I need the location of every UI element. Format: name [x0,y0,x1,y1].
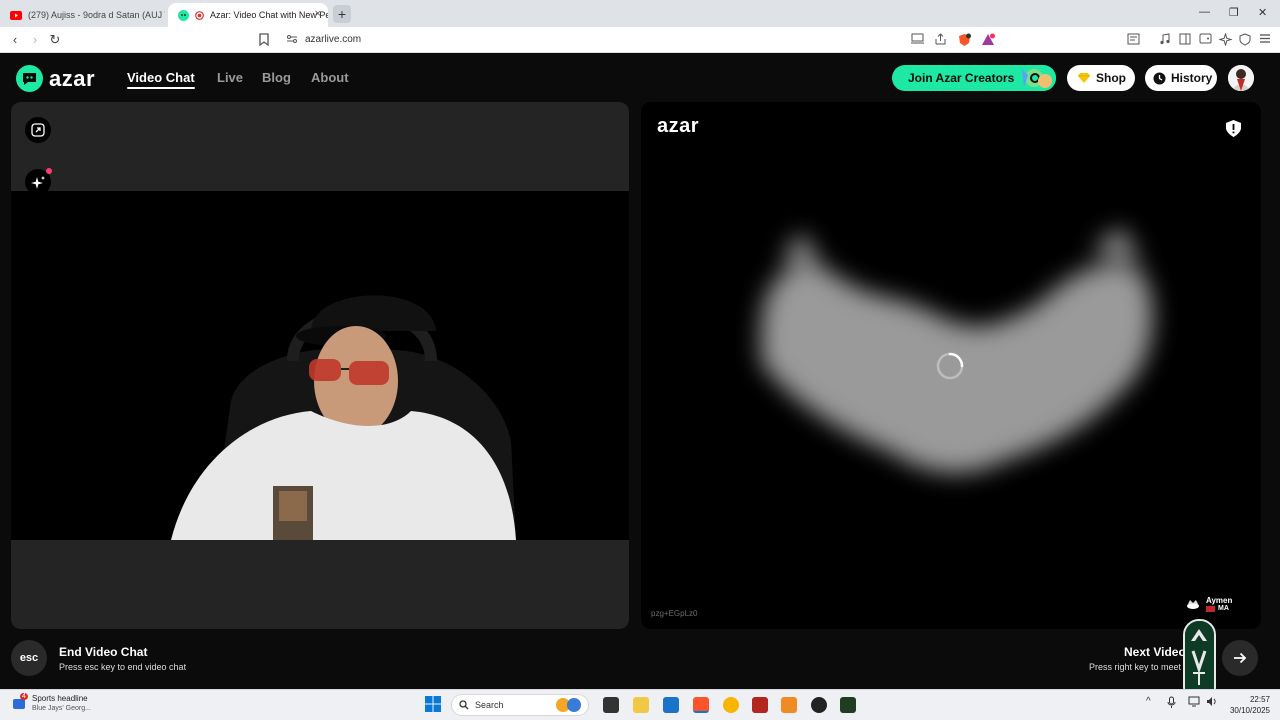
reader-mode-icon[interactable] [1127,33,1141,47]
azar-page: azar Video Chat Live Blog About Join Aza… [0,53,1280,703]
peer-country-code: MA [1218,605,1229,612]
shop-label: Shop [1096,71,1126,85]
my-camera-video [11,191,629,540]
volume-icon[interactable] [1206,696,1218,707]
clock-icon [1153,72,1166,85]
peer-name: Aymen [1206,596,1233,605]
url-field[interactable]: azarlive.com [305,34,361,45]
tab-title: Azar: Video Chat with New Pe [210,10,328,20]
next-video-hint: Press right key to meet [1089,662,1182,672]
tab-youtube[interactable]: (279) Aujiss - 9odra d Satan (AUJ TH [0,3,165,27]
bookmark-icon[interactable] [259,33,273,47]
join-creators-label: Join Azar Creators [908,71,1015,85]
expand-button[interactable] [25,117,51,143]
profile-avatar[interactable] [1228,65,1254,91]
close-tab-icon[interactable]: × [315,8,321,20]
news-icon: 4 [12,693,28,710]
end-chat-button[interactable]: esc [11,640,47,676]
voicemod-icon[interactable] [752,697,768,713]
nav-live[interactable]: Live [217,70,243,85]
morocco-flag-icon [1206,605,1215,612]
new-tab-button[interactable]: + [333,5,351,23]
azar-favicon [178,9,189,21]
creative-app-icon[interactable] [781,697,797,713]
windows-start-icon[interactable] [425,696,441,712]
store-icon[interactable] [663,697,679,713]
azar-logo-icon [16,65,43,92]
next-video-button[interactable] [1222,640,1258,676]
search-icon [459,700,469,710]
back-icon[interactable]: ‹ [8,33,22,47]
azar-logo[interactable]: azar [16,65,95,92]
browser-tab-strip: (279) Aujiss - 9odra d Satan (AUJ TH Aza… [0,0,1280,27]
tab-azar[interactable]: Azar: Video Chat with New Pe × [168,3,328,27]
windows-taskbar: 4 Sports headline Blue Jays' Georg... Se… [0,689,1280,720]
arrow-right-icon [1233,652,1247,664]
youtube-icon [10,10,22,20]
brave-browser-icon[interactable] [693,697,709,713]
end-chat-hint: Press esc key to end video chat [59,662,187,672]
search-highlight-icon [554,697,584,713]
next-video-title: Next Video [1124,645,1186,659]
gem-icon [1077,72,1091,84]
restore-icon[interactable]: ❐ [1229,6,1239,19]
peer-avatar-icon [1186,598,1200,610]
session-code: pzg+EGpLz0 [651,609,698,618]
news-headline: Sports headline [32,694,88,703]
logo-text: azar [49,65,96,91]
expand-icon [31,123,45,137]
history-label: History [1171,71,1213,85]
news-widget[interactable]: 4 Sports headline Blue Jays' Georg... [12,693,91,712]
brave-shield-icon[interactable] [958,33,972,47]
join-creators-button[interactable]: Join Azar Creators [892,65,1056,91]
history-button[interactable]: History [1145,65,1217,91]
media-icon[interactable] [1159,33,1173,47]
nav-blog[interactable]: Blog [262,70,291,85]
microphone-icon[interactable] [1167,696,1176,709]
minimize-icon[interactable]: — [1199,6,1210,18]
obs-icon[interactable] [811,697,827,713]
address-bar: ‹ › ↻ azarlive.com [0,27,1280,53]
tab-title: (279) Aujiss - 9odra d Satan (AUJ TH [28,10,165,20]
leo-ai-icon[interactable] [1219,33,1233,47]
nav-video-chat[interactable]: Video Chat [127,70,195,89]
system-clock[interactable]: 22:57 30/10/2025 [1228,694,1270,716]
shop-button[interactable]: Shop [1067,65,1135,91]
search-label: Search [475,700,504,710]
wallet-icon[interactable] [1199,33,1213,47]
cast-icon[interactable] [911,33,925,47]
reload-icon[interactable]: ↻ [48,33,62,47]
site-settings-icon[interactable] [286,33,300,47]
forward-icon[interactable]: › [28,33,42,47]
clock-time: 22:57 [1249,695,1270,704]
close-window-icon[interactable]: ✕ [1258,6,1267,19]
recording-icon [195,10,204,20]
clock-date: 30/10/2025 [1229,706,1270,715]
end-chat-title: End Video Chat [59,645,148,659]
sparkle-icon [30,175,46,190]
media-app-icon[interactable] [840,697,856,713]
brave-rewards-icon[interactable] [981,33,995,47]
partner-video-panel: azar pzg+EGpLz0 Aymen MA [641,102,1261,629]
news-subtitle: Blue Jays' Georg... [32,705,91,712]
creators-art-icon [1016,65,1056,91]
peer-info: Aymen MA [1186,596,1232,612]
tray-overflow-icon[interactable]: ^ [1146,696,1151,707]
share-icon[interactable] [934,33,948,47]
news-badge: 4 [20,693,28,700]
task-view-icon[interactable] [603,697,619,713]
vpn-shield-icon[interactable] [1239,33,1253,47]
nav-about[interactable]: About [311,70,349,85]
peer-country: MA [1206,605,1232,612]
sidebar-icon[interactable] [1179,33,1193,47]
taskbar-search[interactable]: Search [451,694,589,716]
chat-app-icon[interactable] [723,697,739,713]
notification-dot [46,168,52,174]
my-camera-panel [11,102,629,629]
file-explorer-icon[interactable] [633,697,649,713]
menu-icon[interactable] [1259,33,1273,47]
loading-spinner-icon [935,351,965,381]
network-icon[interactable] [1188,696,1200,707]
